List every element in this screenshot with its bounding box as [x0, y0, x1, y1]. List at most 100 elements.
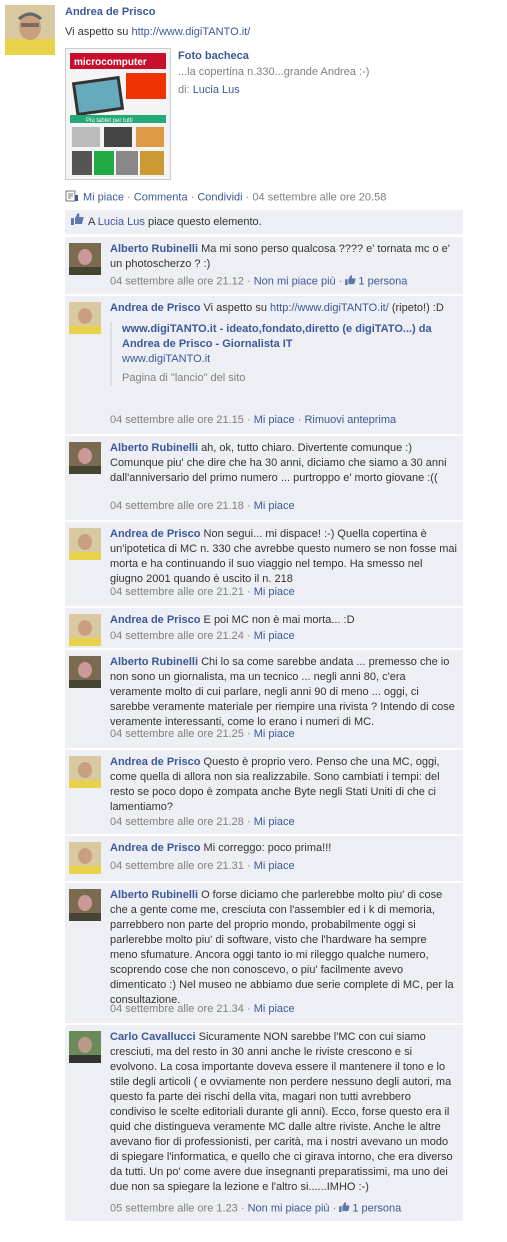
post-text: Vi aspetto su http://www.digiTANTO.it/: [65, 26, 250, 38]
comment-body: Alberto Rubinelli ah, ok, tutto chiaro. …: [110, 441, 457, 486]
feedback-area: A Lucia Lus piace questo elemento.: [65, 210, 463, 236]
comment-body: Andrea de Prisco Non segui... mi dispace…: [110, 527, 457, 587]
comment-avatar[interactable]: [69, 889, 101, 921]
thumbs-up-icon: [339, 1202, 350, 1215]
comment-meta: 04 settembre alle ore 21.18 · Mi piace: [110, 500, 295, 512]
comment-body: Alberto Rubinelli O forse diciamo che pa…: [110, 888, 457, 1008]
comment-body: Alberto Rubinelli Chi lo sa come sarebbe…: [110, 655, 457, 730]
comment-text: Vi aspetto su: [203, 302, 270, 314]
comment-text: Sicuramente NON sarebbe l'MC con cui sia…: [110, 1031, 453, 1193]
comment-meta: 04 settembre alle ore 21.34 · Mi piace: [110, 1003, 295, 1015]
comment-action-like[interactable]: Mi piace: [254, 586, 295, 598]
comment-text-after: (ripeto!) :D: [388, 302, 444, 314]
comment-action-like[interactable]: Mi piace: [254, 860, 295, 872]
attachment-caption: ...la copertina n.330...grande Andrea :-…: [178, 66, 370, 78]
comment-body: Andrea de Prisco Questo è proprio vero. …: [110, 755, 457, 815]
comment-action-like[interactable]: Mi piace: [254, 1003, 295, 1015]
likes-suffix: piace questo elemento.: [147, 216, 262, 228]
comment-meta: 04 settembre alle ore 21.15 · Mi piace ·…: [110, 414, 397, 426]
comment-text: O forse diciamo che parlerebbe molto piu…: [110, 889, 454, 1006]
post-timestamp[interactable]: 04 settembre alle ore 20.58: [252, 191, 386, 203]
comment-item: Andrea de Prisco Mi correggo: poco prima…: [65, 836, 463, 881]
separator: ·: [245, 191, 250, 204]
comment-meta: 04 settembre alle ore 21.12 · Non mi pia…: [110, 275, 408, 288]
comment-body: Andrea de Prisco E poi MC non è mai mort…: [110, 613, 457, 628]
comment-meta: 04 settembre alle ore 21.25 · Mi piace: [110, 728, 295, 740]
comment-avatar[interactable]: [69, 756, 101, 788]
comment-action-like[interactable]: Mi piace: [254, 414, 295, 426]
comment-action-like[interactable]: Mi piace: [254, 728, 295, 740]
comment-item: Andrea de Prisco Questo è proprio vero. …: [65, 750, 463, 834]
comment-avatar[interactable]: [69, 243, 101, 275]
comment-action-like[interactable]: Mi piace: [254, 816, 295, 828]
comment-body: Andrea de Prisco Vi aspetto su http://ww…: [110, 301, 457, 386]
comment-author[interactable]: Andrea de Prisco: [110, 756, 200, 768]
separator: ·: [127, 191, 131, 204]
comment-avatar[interactable]: [69, 442, 101, 474]
share-button[interactable]: Condividi: [197, 191, 242, 203]
comment-link[interactable]: http://www.digiTANTO.it/: [270, 302, 389, 314]
like-button[interactable]: Mi piace: [83, 191, 124, 203]
comment-timestamp[interactable]: 04 settembre alle ore 21.34: [110, 1003, 244, 1015]
link-preview[interactable]: www.digiTANTO.it - ideato,fondato,dirett…: [110, 322, 457, 386]
comment-item: Alberto Rubinelli O forse diciamo che pa…: [65, 883, 463, 1023]
comment-timestamp[interactable]: 04 settembre alle ore 21.28: [110, 816, 244, 828]
link-preview-desc: Pagina di "lancio" del sito: [122, 372, 246, 384]
comment-author[interactable]: Alberto Rubinelli: [110, 243, 198, 255]
comment-action-unlike[interactable]: Non mi piace più: [254, 275, 336, 287]
post-author-avatar[interactable]: [5, 5, 55, 55]
comment-timestamp[interactable]: 04 settembre alle ore 21.12: [110, 275, 244, 287]
comment-avatar[interactable]: [69, 656, 101, 688]
comment-author[interactable]: Andrea de Prisco: [110, 842, 200, 854]
separator: ·: [190, 191, 195, 204]
comment-author[interactable]: Carlo Cavallucci: [110, 1031, 196, 1043]
comment-avatar[interactable]: [69, 842, 101, 874]
comment-timestamp[interactable]: 04 settembre alle ore 21.31: [110, 860, 244, 872]
likes-summary: A Lucia Lus piace questo elemento.: [65, 210, 463, 234]
comment-author[interactable]: Andrea de Prisco: [110, 528, 200, 540]
link-preview-url[interactable]: www.digiTANTO.it: [122, 352, 457, 367]
comment-meta: 04 settembre alle ore 21.28 · Mi piace: [110, 816, 295, 828]
thumbs-up-icon: [71, 210, 84, 234]
comment-avatar[interactable]: [69, 528, 101, 560]
comment-timestamp[interactable]: 04 settembre alle ore 21.15: [110, 414, 244, 426]
comment-text: Mi correggo: poco prima!!!: [203, 842, 332, 854]
comment-author[interactable]: Andrea de Prisco: [110, 302, 200, 314]
comment-timestamp[interactable]: 04 settembre alle ore 21.24: [110, 630, 244, 642]
comment-author[interactable]: Alberto Rubinelli: [110, 889, 198, 901]
post-text-prefix: Vi aspetto su: [65, 26, 132, 38]
comment-action-like[interactable]: Mi piace: [254, 500, 295, 512]
comment-avatar[interactable]: [69, 614, 101, 646]
comment-meta: 05 settembre alle ore 1.23 · Non mi piac…: [110, 1202, 402, 1215]
comment-action-remove-preview[interactable]: Rimuovi anteprima: [304, 414, 396, 426]
comment-timestamp[interactable]: 04 settembre alle ore 21.18: [110, 500, 244, 512]
comment-author[interactable]: Alberto Rubinelli: [110, 442, 198, 454]
post-actions: Mi piace · Commenta · Condividi · 04 set…: [65, 190, 386, 205]
attachment-thumbnail[interactable]: microcomputer Più tablet per tutti: [65, 48, 171, 180]
likes-prefix: A: [88, 216, 95, 228]
comment-item: Andrea de Prisco Non segui... mi dispace…: [65, 522, 463, 606]
likes-name[interactable]: Lucia Lus: [98, 216, 145, 228]
comment-author[interactable]: Alberto Rubinelli: [110, 656, 198, 668]
attachment-title[interactable]: Foto bacheca: [178, 50, 249, 62]
comment-timestamp[interactable]: 04 settembre alle ore 21.25: [110, 728, 244, 740]
comment-body: Alberto Rubinelli Ma mi sono perso qualc…: [110, 242, 457, 272]
comment-avatar[interactable]: [69, 302, 101, 334]
comment-likes-count[interactable]: 1 persona: [358, 275, 407, 287]
attachment-byline: di: Lucia Lus: [178, 84, 240, 96]
comment-avatar[interactable]: [69, 1031, 101, 1063]
thumb-masthead: microcomputer: [74, 57, 147, 68]
comment-meta: 04 settembre alle ore 21.21 · Mi piace: [110, 586, 295, 598]
attachment-by-label: di:: [178, 84, 190, 96]
comment-button[interactable]: Commenta: [134, 191, 188, 203]
post-link[interactable]: http://www.digiTANTO.it/: [131, 26, 250, 38]
post-author-name[interactable]: Andrea de Prisco: [65, 6, 155, 18]
comment-likes-count[interactable]: 1 persona: [352, 1202, 401, 1214]
comment-action-like[interactable]: Mi piace: [254, 630, 295, 642]
comment-action-unlike[interactable]: Non mi piace più: [248, 1202, 330, 1214]
attachment-by-name[interactable]: Lucia Lus: [193, 84, 240, 96]
comment-timestamp[interactable]: 05 settembre alle ore 1.23: [110, 1202, 238, 1214]
comment-timestamp[interactable]: 04 settembre alle ore 21.21: [110, 586, 244, 598]
link-preview-title[interactable]: www.digiTANTO.it - ideato,fondato,dirett…: [122, 322, 457, 352]
comment-author[interactable]: Andrea de Prisco: [110, 614, 200, 626]
